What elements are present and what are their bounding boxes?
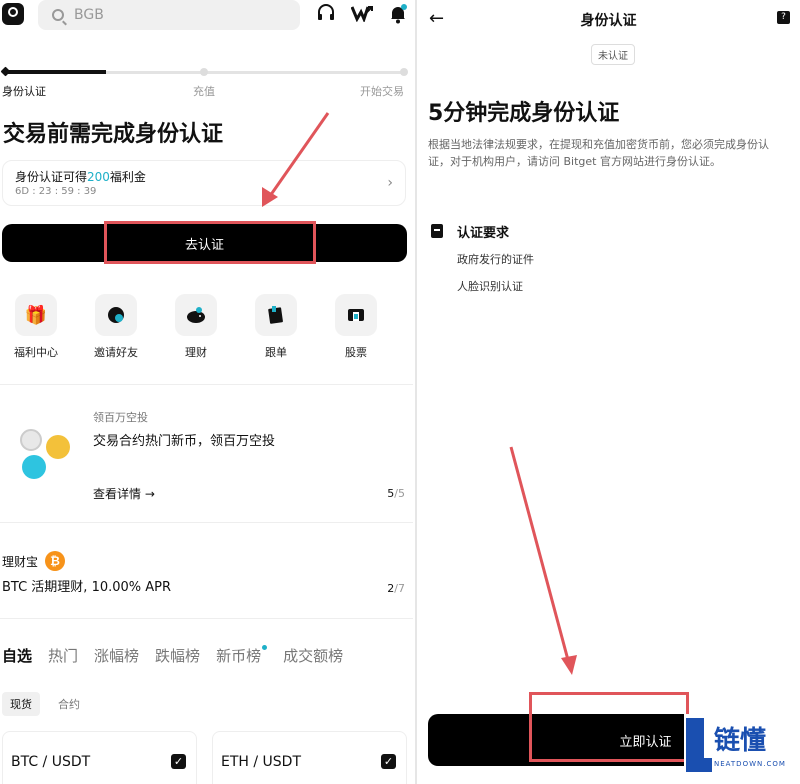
page-title: 交易前需完成身份认证 xyxy=(3,122,224,147)
bell-icon[interactable] xyxy=(386,4,410,26)
progress-fill xyxy=(6,70,106,74)
status-badge: 未认证 xyxy=(591,44,635,65)
quick-item[interactable]: 理财 xyxy=(166,294,226,360)
page-title: 5分钟完成身份认证 xyxy=(428,101,620,126)
arrow-right-icon: → xyxy=(144,487,155,501)
earn-pager: 2/7 xyxy=(387,582,405,595)
bonus-countdown: 6D : 23 : 59 : 39 xyxy=(15,186,97,197)
requirement-item: 人脸识别认证 xyxy=(457,280,523,293)
right-screen: ← 身份认证 ? 未认证 5分钟完成身份认证 根据当地法律法规要求，在提现和充值… xyxy=(417,0,800,784)
coins-illustration xyxy=(14,425,84,485)
bonus-text: 身份认证可得200福利金 xyxy=(15,170,146,184)
search-icon xyxy=(52,9,64,21)
watermark-text: 链懂 xyxy=(714,726,767,756)
checkbox-checked-icon[interactable]: ✓ xyxy=(171,754,186,769)
pair-card[interactable]: BTC / USDT ✓ xyxy=(2,731,197,784)
watermark-sub: NEATDOWN.COM xyxy=(714,760,786,768)
avatar-icon[interactable] xyxy=(2,3,24,25)
promo-subtitle: 领百万空投 xyxy=(93,411,148,424)
checkbox-checked-icon[interactable]: ✓ xyxy=(381,754,396,769)
left-screen: 身份认证 充值 开始交易 交易前需完成身份认证 身份认证可得200福利金 6D … xyxy=(0,0,415,784)
btc-icon: ₿ xyxy=(45,551,65,571)
market-subtabs: 现货 合约 xyxy=(2,692,88,716)
earn-label: 理财宝 xyxy=(2,555,39,569)
quick-label: 邀请好友 xyxy=(94,346,138,359)
quick-item[interactable]: 邀请好友 xyxy=(86,294,146,360)
search-input[interactable] xyxy=(74,7,274,23)
step-label: 身份认证 xyxy=(2,85,46,98)
quick-label: 福利中心 xyxy=(14,346,58,359)
vip-icon[interactable] xyxy=(350,4,374,26)
subtab-spot[interactable]: 现货 xyxy=(2,692,40,716)
quick-label: 股票 xyxy=(345,346,367,359)
pair-name: BTC / USDT xyxy=(11,754,91,770)
gift-icon: 🎁 xyxy=(15,294,57,336)
copy-trade-icon xyxy=(255,294,297,336)
tab-volume[interactable]: 成交额榜 xyxy=(283,645,343,666)
divider xyxy=(0,522,413,523)
earn-title[interactable]: BTC 活期理财, 10.00% APR xyxy=(2,576,171,595)
quick-label: 跟单 xyxy=(265,346,287,359)
tab-hot[interactable]: 热门 xyxy=(48,645,78,666)
step-label: 开始交易 xyxy=(360,85,404,98)
quick-item[interactable]: 跟单 xyxy=(246,294,306,360)
description: 根据当地法律法规要求，在提现和充值加密货币前，您必须完成身份认证，对于机构用户，… xyxy=(428,138,769,168)
requirements-title: 认证要求 xyxy=(457,226,510,241)
headset-icon[interactable] xyxy=(314,4,338,26)
market-tabs: 自选 热门 涨幅榜 跌幅榜 新币榜 成交额榜 xyxy=(2,645,343,666)
annotation-box xyxy=(529,692,689,762)
logo-mark-icon xyxy=(686,718,712,772)
tab-losers[interactable]: 跌幅榜 xyxy=(155,645,200,666)
invite-icon xyxy=(95,294,137,336)
divider xyxy=(0,384,413,385)
annotation-box xyxy=(104,221,316,264)
tab-favorites[interactable]: 自选 xyxy=(2,645,32,666)
quick-label: 理财 xyxy=(185,346,207,359)
pair-card[interactable]: ETH / USDT ✓ xyxy=(212,731,407,784)
quick-item[interactable]: 股票 xyxy=(326,294,386,360)
bonus-amount: 200 xyxy=(87,170,110,184)
progress-dot xyxy=(400,68,408,76)
help-icon[interactable]: ? xyxy=(777,11,790,24)
promo-details-link[interactable]: 查看详情 → xyxy=(93,485,155,502)
tab-gainers[interactable]: 涨幅榜 xyxy=(94,645,139,666)
stock-icon xyxy=(335,294,377,336)
quick-item[interactable]: 🎁 福利中心 xyxy=(6,294,66,360)
progress-dot xyxy=(200,68,208,76)
bonus-card[interactable]: 身份认证可得200福利金 6D : 23 : 59 : 39 › xyxy=(2,160,406,206)
promo-title: 交易合约热门新币，领百万空投 xyxy=(93,434,276,449)
chevron-right-icon: › xyxy=(387,175,393,191)
search-bar[interactable] xyxy=(38,0,300,30)
subtab-futures[interactable]: 合约 xyxy=(50,692,88,716)
piggy-bank-icon xyxy=(175,294,217,336)
tab-new-coins[interactable]: 新币榜 xyxy=(216,645,268,666)
progress-start-marker xyxy=(0,66,11,77)
step-label: 充值 xyxy=(193,85,215,98)
requirement-item: 政府发行的证件 xyxy=(457,253,534,266)
header-title: 身份认证 xyxy=(580,13,637,29)
watermark-logo: 链懂 NEATDOWN.COM xyxy=(684,714,798,780)
promo-pager: 5/5 xyxy=(387,487,405,500)
document-icon xyxy=(431,224,443,238)
divider xyxy=(0,618,413,619)
pair-name: ETH / USDT xyxy=(221,754,302,770)
new-dot-icon xyxy=(262,645,268,650)
